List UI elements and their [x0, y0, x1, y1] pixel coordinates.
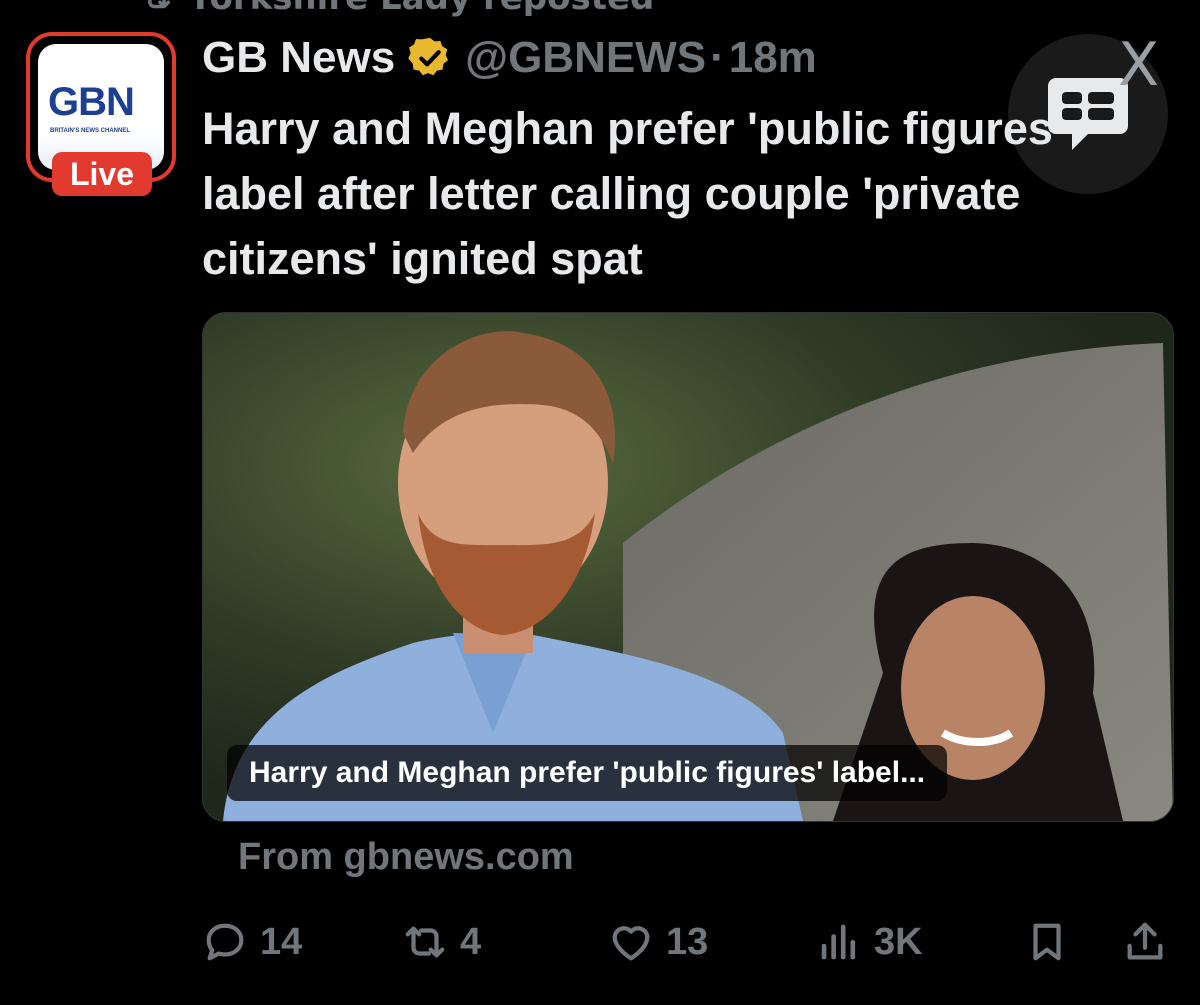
reply-button[interactable]: 14	[202, 912, 302, 972]
reply-icon	[206, 923, 244, 961]
author-name[interactable]: GB News	[202, 33, 395, 83]
tweet-view: Yorkshire Lady reposted GBN BRITAIN'S NE…	[0, 0, 1200, 1005]
share-icon	[1127, 922, 1163, 960]
author-handle[interactable]: @GBNEWS	[465, 33, 706, 83]
separator-dot: ·	[710, 33, 725, 82]
repost-label: Yorkshire Lady reposted	[188, 0, 654, 18]
share-button[interactable]	[1122, 912, 1168, 972]
views-button[interactable]: 3K	[816, 912, 923, 972]
views-chart-icon	[821, 924, 856, 960]
link-card[interactable]: Harry and Meghan prefer 'public figures'…	[202, 312, 1174, 822]
link-source[interactable]: From gbnews.com	[238, 836, 574, 879]
repost-count: 4	[460, 920, 482, 963]
repost-icon	[405, 926, 445, 958]
post-text: Harry and Meghan prefer 'public figures'…	[202, 103, 1064, 284]
brand-logo: GBN	[48, 80, 135, 124]
bookmark-button[interactable]	[1024, 912, 1070, 972]
live-badge[interactable]: Live	[52, 152, 152, 196]
gold-verified-badge-icon[interactable]	[407, 35, 453, 81]
views-count: 3K	[874, 920, 923, 963]
action-bar: 14 4 13 3K	[202, 912, 1182, 972]
post-header: GB News @GBNEWS · 18m	[202, 30, 817, 86]
reply-count: 14	[260, 920, 303, 963]
like-count: 13	[666, 920, 709, 963]
like-button[interactable]: 13	[608, 912, 708, 972]
post-timestamp[interactable]: 18m	[729, 33, 817, 83]
repost-button[interactable]: 4	[402, 912, 481, 972]
brand-tagline: BRITAIN'S NEWS CHANNEL	[50, 128, 130, 134]
x-logo-icon: X	[1118, 30, 1160, 100]
repost-context[interactable]: Yorkshire Lady reposted	[140, 0, 654, 18]
bookmark-icon	[1033, 923, 1061, 961]
link-card-caption: Harry and Meghan prefer 'public figures'…	[227, 745, 948, 801]
repost-icon	[148, 0, 171, 9]
heart-icon	[612, 926, 650, 961]
